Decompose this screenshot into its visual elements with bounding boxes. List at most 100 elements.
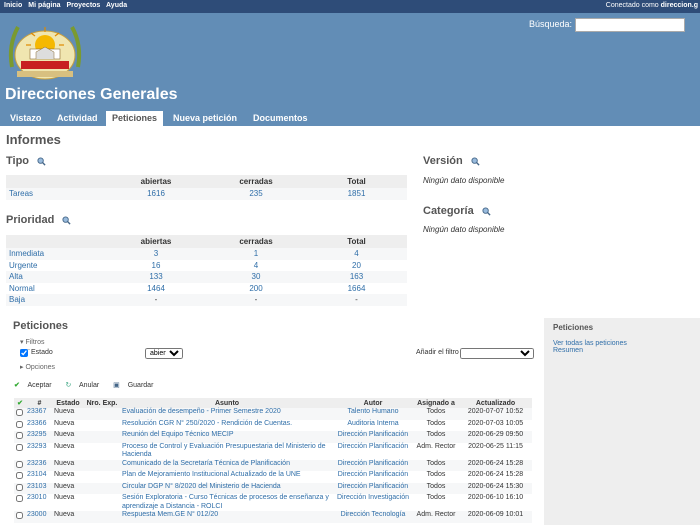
apply-button[interactable]: ✔ Aceptar: [14, 382, 58, 389]
zoom-icon[interactable]: [37, 157, 46, 166]
row-checkbox[interactable]: [16, 409, 23, 416]
cell-value[interactable]: 163: [306, 271, 407, 283]
issue-id[interactable]: 23367: [26, 408, 53, 420]
prioridad-title: Prioridad: [6, 214, 55, 226]
page-title: Informes: [6, 132, 61, 147]
issue-subject[interactable]: Respuesta Mem.GE N° 012/20: [121, 511, 333, 523]
table-row: Inmediata 3 1 4: [6, 248, 407, 260]
sidebar-link-all-issues[interactable]: Ver todas las peticiones: [553, 340, 691, 347]
col-header[interactable]: Autor: [333, 398, 413, 408]
cell-value[interactable]: 1851: [306, 188, 407, 200]
col-header[interactable]: Nro. Exp.: [83, 398, 121, 408]
issue-subject[interactable]: Comunicado de la Secretaría Técnica de P…: [121, 459, 333, 471]
issue-author[interactable]: Dirección Tecnología: [333, 511, 413, 523]
row-checkbox[interactable]: [16, 495, 23, 502]
row-label[interactable]: Urgente: [6, 259, 106, 271]
clear-button[interactable]: ↻ Anular: [66, 382, 106, 389]
menu-proyectos[interactable]: Proyectos: [66, 2, 100, 9]
tab-nueva-peticion[interactable]: Nueva petición: [167, 111, 243, 126]
cell-value[interactable]: 3: [106, 248, 206, 260]
issue-id[interactable]: 23104: [26, 471, 53, 483]
tab-actividad[interactable]: Actividad: [51, 111, 104, 126]
cell-value[interactable]: 200: [206, 282, 306, 294]
issue-author[interactable]: Talento Humano: [333, 408, 413, 420]
issue-id[interactable]: 23366: [26, 419, 53, 431]
issue-subject[interactable]: Resolución CGR N° 250/2020 - Rendición d…: [121, 419, 333, 431]
col-header[interactable]: Asunto: [121, 398, 333, 408]
issue-author[interactable]: Dirección Investigación: [333, 494, 413, 511]
estado-checkbox[interactable]: [20, 349, 28, 357]
cell-value[interactable]: 4: [206, 259, 306, 271]
add-filter-select[interactable]: [460, 348, 534, 359]
row-checkbox[interactable]: [16, 460, 23, 468]
issue-subject[interactable]: Plan de Mejoramiento Institucional Actua…: [121, 471, 333, 483]
tab-documentos[interactable]: Documentos: [247, 111, 314, 126]
row-label[interactable]: Inmediata: [6, 248, 106, 260]
reload-icon: ↻: [65, 382, 72, 389]
row-label[interactable]: Baja: [6, 294, 106, 306]
issue-author[interactable]: Dirección Planificación: [333, 471, 413, 483]
tab-peticiones[interactable]: Peticiones: [106, 111, 164, 126]
row-checkbox[interactable]: [16, 443, 23, 451]
estado-operator-select[interactable]: abierta: [145, 348, 183, 359]
issue-id[interactable]: 23295: [26, 431, 53, 443]
cell-value[interactable]: 30: [206, 271, 306, 283]
row-label[interactable]: Alta: [6, 271, 106, 283]
select-all-icon[interactable]: ✔: [14, 398, 26, 408]
issue-id[interactable]: 23236: [26, 459, 53, 471]
issue-id[interactable]: 23293: [26, 442, 53, 460]
categoria-heading: Categoría: [423, 205, 491, 217]
cell-value[interactable]: 1: [206, 248, 306, 260]
zoom-icon[interactable]: [482, 207, 491, 216]
cell-value[interactable]: 1664: [306, 282, 407, 294]
row-checkbox[interactable]: [16, 483, 23, 491]
cell-value[interactable]: 1616: [106, 188, 206, 200]
issue-author[interactable]: Dirección Planificación: [333, 459, 413, 471]
row-checkbox[interactable]: [16, 420, 23, 428]
zoom-icon[interactable]: [62, 216, 71, 225]
row-label[interactable]: Normal: [6, 282, 106, 294]
issue-author[interactable]: Dirección Planificación: [333, 482, 413, 494]
col-header[interactable]: Asignado a: [413, 398, 459, 408]
issue-author[interactable]: Auditoria Interna: [333, 419, 413, 431]
query-buttons: ✔ Aceptar ↻ Anular ▣ Guardar: [14, 381, 165, 389]
issue-subject[interactable]: Evaluación de desempeño - Primer Semestr…: [121, 408, 333, 420]
row-label[interactable]: Tareas: [6, 188, 106, 200]
row-checkbox[interactable]: [16, 512, 23, 519]
cell-value[interactable]: 20: [306, 259, 407, 271]
issue-subject[interactable]: Circular DGP N° 8/2020 del Ministerio de…: [121, 482, 333, 494]
filters-legend[interactable]: ▾ Filtros: [20, 338, 45, 346]
issue-subject[interactable]: Reunión del Equipo Técnico MECIP: [121, 431, 333, 443]
cell-value[interactable]: 1464: [106, 282, 206, 294]
sidebar-link-summary[interactable]: Resumen: [553, 347, 691, 354]
issue-subject[interactable]: Sesión Exploratoria - Curso Técnicas de …: [121, 494, 333, 511]
issue-author[interactable]: Dirección Planificación: [333, 431, 413, 443]
tab-vistazo[interactable]: Vistazo: [4, 111, 47, 126]
logged-as-user[interactable]: direccion.g: [661, 2, 698, 9]
col-header[interactable]: Estado: [53, 398, 83, 408]
menu-mi-pagina[interactable]: Mi página: [28, 2, 60, 9]
menu-inicio[interactable]: Inicio: [4, 2, 22, 9]
zoom-icon[interactable]: [471, 157, 480, 166]
options-legend[interactable]: ▸ Opciones: [20, 363, 55, 371]
issue-exp: [83, 459, 121, 471]
table-row: 23367 Nueva Evaluación de desempeño - Pr…: [14, 408, 532, 420]
issue-id[interactable]: 23103: [26, 482, 53, 494]
issue-subject[interactable]: Proceso de Control y Evaluación Presupue…: [121, 442, 333, 460]
issue-updated: 2020-06-25 11:15: [459, 442, 532, 460]
save-button[interactable]: ▣ Guardar: [113, 382, 159, 389]
menu-ayuda[interactable]: Ayuda: [106, 2, 127, 9]
issue-id[interactable]: 23010: [26, 494, 53, 511]
row-checkbox[interactable]: [16, 432, 23, 439]
col-header[interactable]: #: [26, 398, 53, 408]
cell-value[interactable]: 16: [106, 259, 206, 271]
search-input[interactable]: [575, 18, 685, 32]
col-header[interactable]: Actualizado: [459, 398, 532, 408]
cell-value[interactable]: 235: [206, 188, 306, 200]
issue-author[interactable]: Dirección Planificación: [333, 442, 413, 460]
row-checkbox[interactable]: [16, 472, 23, 479]
cell-value[interactable]: 4: [306, 248, 407, 260]
issue-id[interactable]: 23000: [26, 511, 53, 523]
issue-exp: [83, 408, 121, 420]
cell-value[interactable]: 133: [106, 271, 206, 283]
